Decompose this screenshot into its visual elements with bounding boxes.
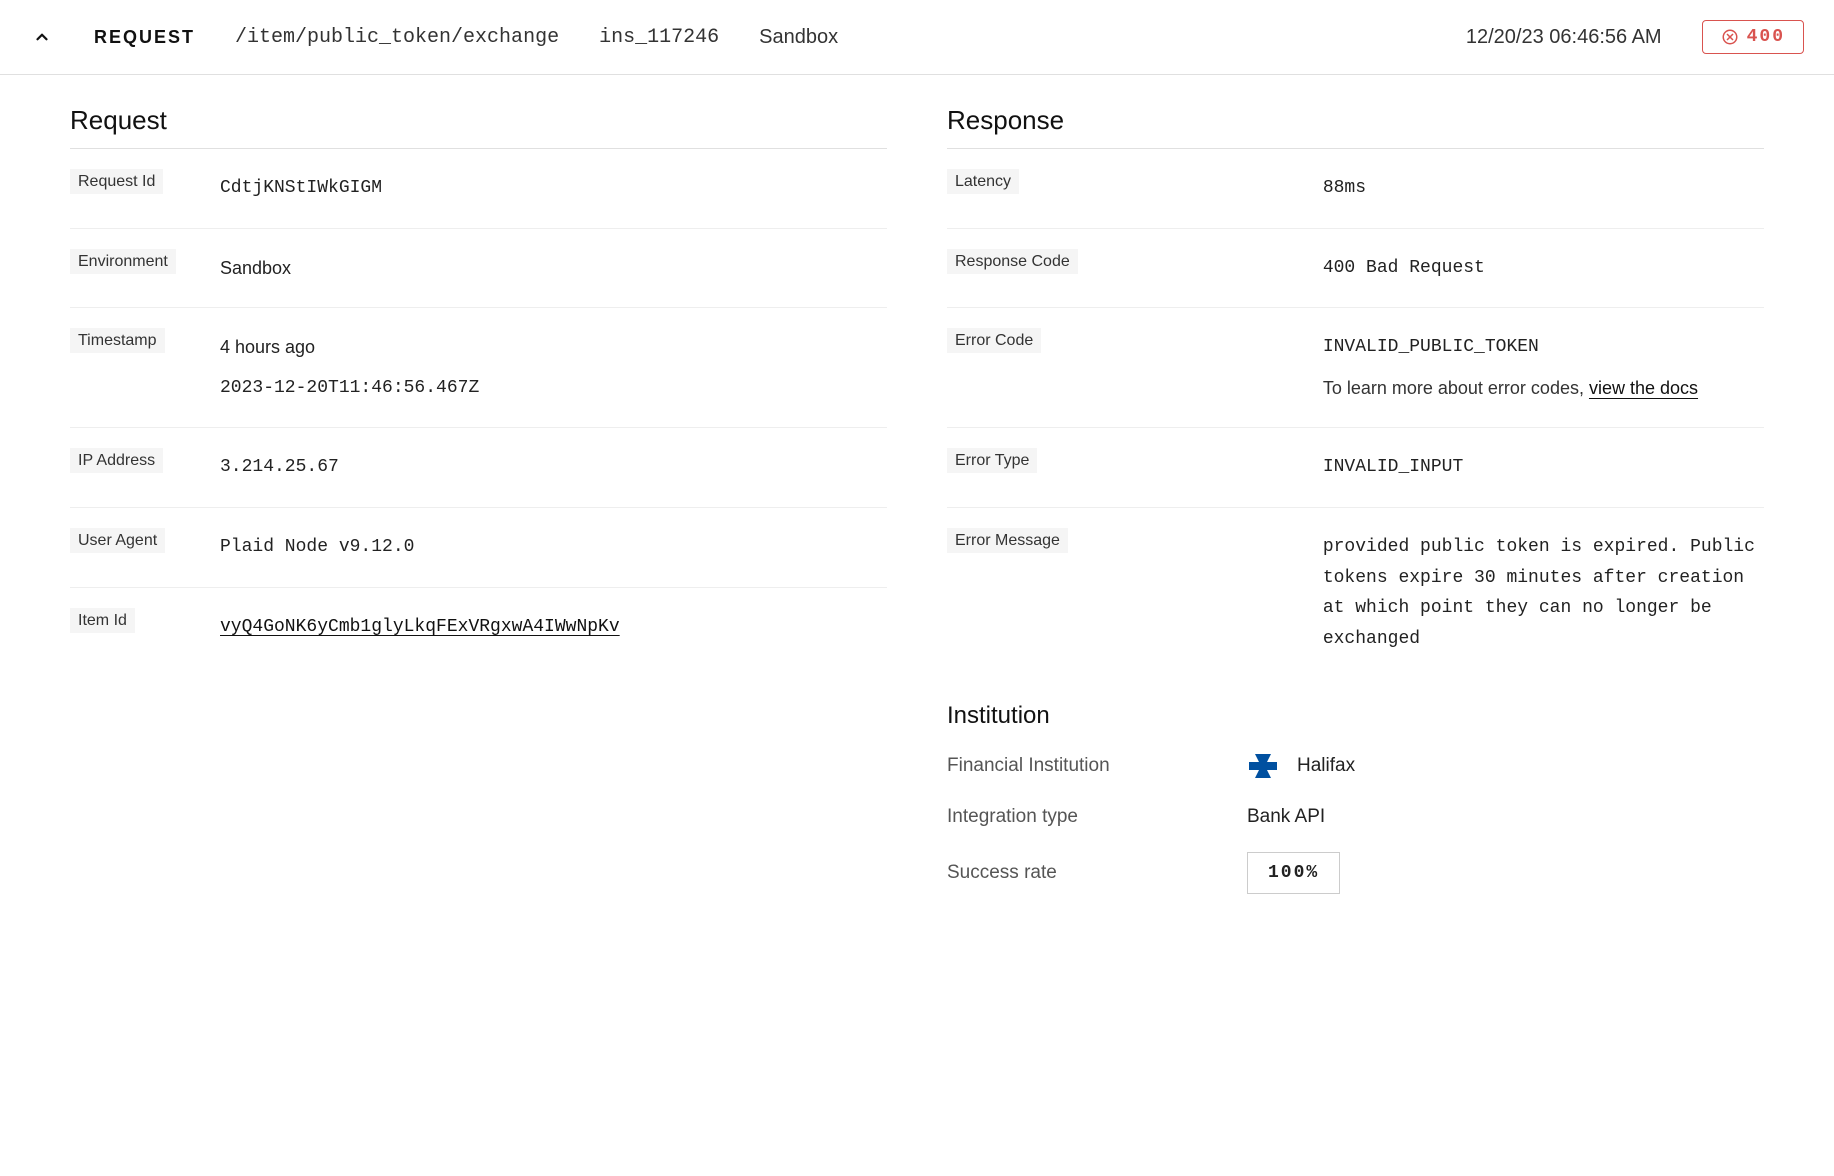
error-code-row: Error Code INVALID_PUBLIC_TOKEN To learn…: [947, 308, 1764, 428]
error-code-value: INVALID_PUBLIC_TOKEN: [1323, 332, 1764, 363]
error-message-value: provided public token is expired. Public…: [1323, 532, 1764, 654]
user-agent-row: User Agent Plaid Node v9.12.0: [70, 508, 887, 588]
error-message-label: Error Message: [947, 528, 1068, 553]
financial-institution-label: Financial Institution: [947, 755, 1207, 777]
ip-value: 3.214.25.67: [220, 452, 887, 483]
header-environment: Sandbox: [759, 26, 838, 49]
error-code-label: Error Code: [947, 328, 1041, 353]
status-code: 400: [1747, 27, 1785, 47]
error-type-row: Error Type INVALID_INPUT: [947, 428, 1764, 508]
timestamp-label: Timestamp: [70, 328, 165, 353]
collapse-toggle[interactable]: [30, 25, 54, 49]
request-column: Request Request Id CdtjKNStIWkGIGM Envir…: [70, 105, 887, 906]
response-section-title: Response: [947, 105, 1764, 149]
latency-value: 88ms: [1323, 173, 1764, 204]
error-message-row: Error Message provided public token is e…: [947, 508, 1764, 678]
response-code-label: Response Code: [947, 249, 1078, 274]
header-label: REQUEST: [94, 27, 195, 48]
success-rate-row: Success rate 100%: [947, 840, 1764, 906]
header-timestamp: 12/20/23 06:46:56 AM: [1466, 26, 1662, 49]
user-agent-label: User Agent: [70, 528, 165, 553]
success-rate-label: Success rate: [947, 862, 1207, 884]
error-type-value: INVALID_INPUT: [1323, 452, 1764, 483]
response-code-value: 400 Bad Request: [1323, 253, 1764, 284]
request-id-label: Request Id: [70, 169, 163, 194]
integration-type-row: Integration type Bank API: [947, 794, 1764, 840]
timestamp-relative: 4 hours ago: [220, 332, 887, 363]
chevron-up-icon: [33, 28, 51, 46]
status-badge: 400: [1702, 20, 1804, 54]
integration-type-value: Bank API: [1247, 806, 1325, 828]
ip-row: IP Address 3.214.25.67: [70, 428, 887, 508]
header-institution-id: ins_117246: [599, 26, 719, 49]
item-id-link[interactable]: vyQ4GoNK6yCmb1glyLkqFExVRgxwA4IWwNpKv: [220, 617, 620, 637]
latency-label: Latency: [947, 169, 1019, 194]
timestamp-iso: 2023-12-20T11:46:56.467Z: [220, 373, 887, 404]
error-circle-icon: [1721, 28, 1739, 46]
integration-type-label: Integration type: [947, 806, 1207, 828]
view-docs-link[interactable]: view the docs: [1589, 378, 1698, 398]
error-type-label: Error Type: [947, 448, 1037, 473]
request-section-title: Request: [70, 105, 887, 149]
item-id-row: Item Id vyQ4GoNK6yCmb1glyLkqFExVRgxwA4IW…: [70, 588, 887, 667]
request-header-bar: REQUEST /item/public_token/exchange ins_…: [0, 0, 1834, 75]
error-code-help-prefix: To learn more about error codes,: [1323, 378, 1589, 398]
item-id-label: Item Id: [70, 608, 135, 633]
financial-institution-row: Financial Institution Halifax: [947, 738, 1764, 794]
header-endpoint: /item/public_token/exchange: [235, 26, 559, 49]
response-code-row: Response Code 400 Bad Request: [947, 229, 1764, 309]
halifax-logo-icon: [1247, 750, 1279, 782]
environment-value: Sandbox: [220, 253, 887, 284]
success-rate-value: 100%: [1247, 852, 1340, 894]
environment-row: Environment Sandbox: [70, 229, 887, 309]
institution-section-title: Institution: [947, 702, 1764, 730]
response-column: Response Latency 88ms Response Code 400 …: [947, 105, 1764, 906]
error-code-help: To learn more about error codes, view th…: [1323, 373, 1764, 404]
timestamp-row: Timestamp 4 hours ago 2023-12-20T11:46:5…: [70, 308, 887, 428]
request-id-value: CdtjKNStIWkGIGM: [220, 173, 887, 204]
environment-label: Environment: [70, 249, 176, 274]
user-agent-value: Plaid Node v9.12.0: [220, 532, 887, 563]
request-id-row: Request Id CdtjKNStIWkGIGM: [70, 149, 887, 229]
ip-label: IP Address: [70, 448, 163, 473]
latency-row: Latency 88ms: [947, 149, 1764, 229]
financial-institution-name: Halifax: [1297, 755, 1355, 777]
